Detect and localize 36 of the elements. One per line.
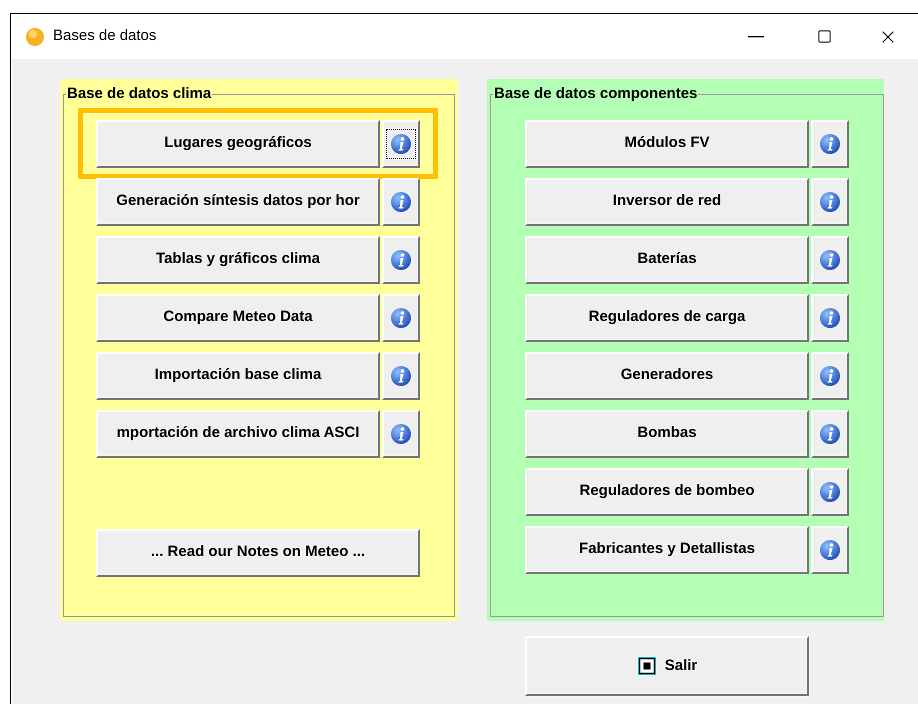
- info-button[interactable]: [382, 120, 420, 168]
- database-button[interactable]: Bombas: [525, 410, 809, 458]
- stop-icon: [636, 656, 657, 676]
- maximize-icon: [816, 29, 832, 44]
- info-icon: [819, 306, 841, 328]
- info-icon: [819, 190, 841, 212]
- database-button[interactable]: Baterías: [525, 236, 809, 284]
- database-button[interactable]: Reguladores de carga: [525, 294, 809, 342]
- database-button[interactable]: Compare Meteo Data: [96, 294, 380, 342]
- info-icon: [390, 364, 412, 386]
- minimize-icon: [748, 36, 764, 38]
- database-button[interactable]: Fabricantes y Detallistas: [525, 526, 809, 574]
- info-icon: [819, 422, 841, 444]
- database-button[interactable]: Reguladores de bombeo: [525, 468, 809, 516]
- database-button[interactable]: Lugares geográficos: [96, 120, 380, 168]
- info-icon: [390, 132, 412, 154]
- info-icon: [390, 306, 412, 328]
- database-button[interactable]: Importación base clima: [96, 352, 380, 400]
- info-icon: [819, 538, 841, 560]
- info-icon: [819, 132, 841, 154]
- database-button[interactable]: Generación síntesis datos por hor: [96, 178, 380, 226]
- info-icon: [819, 364, 841, 386]
- database-button[interactable]: Generadores: [525, 352, 809, 400]
- info-icon: [819, 248, 841, 270]
- exit-button[interactable]: Salir: [525, 636, 809, 696]
- info-icon: [390, 422, 412, 444]
- database-button[interactable]: Tablas y gráficos clima: [96, 236, 380, 284]
- app-icon: [25, 26, 45, 46]
- database-button[interactable]: mportación de archivo clima ASCI: [96, 410, 380, 458]
- info-icon: [390, 190, 412, 212]
- info-icon: [819, 480, 841, 502]
- window-title: Bases de datos: [53, 26, 156, 46]
- database-button[interactable]: Módulos FV: [525, 120, 809, 168]
- notes-button[interactable]: ... Read our Notes on Meteo ...: [96, 528, 420, 576]
- info-icon: [390, 248, 412, 270]
- database-button[interactable]: Inversor de red: [525, 178, 809, 226]
